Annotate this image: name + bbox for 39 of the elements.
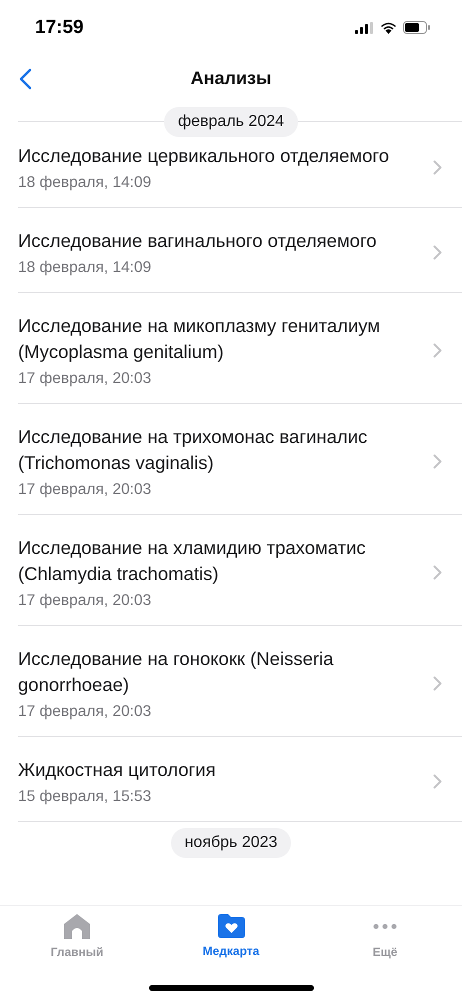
analysis-row[interactable]: Исследование на гонококк (Neisseria gonorrhoeae) 17 февраля, 20:03: [18, 626, 462, 737]
folder-heart-icon: [218, 914, 244, 938]
signal-icon: [355, 22, 374, 34]
analysis-row[interactable]: Исследование на микоплазму гениталиум (Mycoplasma genitalium) 17 февраля, 20:03: [18, 293, 462, 404]
month-label: ноябрь 2023: [170, 828, 292, 858]
analysis-title: Исследование на трихомонас вагиналис (Trichomonas vaginalis): [18, 425, 368, 475]
analysis-date: 15 февраля, 15:53: [18, 788, 152, 806]
wifi-icon: [380, 22, 397, 34]
analysis-date: 17 февраля, 20:03: [18, 592, 152, 610]
analysis-date: 17 февраля, 20:03: [18, 370, 152, 388]
analysis-date: 17 февраля, 20:03: [18, 481, 152, 499]
chevron-icon: [433, 774, 442, 789]
analysis-row[interactable]: Исследование цервикального отделяемого 18 февраля, 14:09: [18, 139, 462, 208]
chevron-icon: [433, 245, 442, 260]
status-time: 17:59: [35, 16, 84, 38]
analysis-date: 18 февраля, 14:09: [18, 174, 152, 192]
analysis-date: 18 февраля, 14:09: [18, 259, 152, 277]
analysis-row[interactable]: Исследование на трихомонас вагиналис (Trichomonas vaginalis) 17 февраля, 20:03: [18, 404, 462, 515]
chevron-icon: [433, 565, 442, 580]
more-icon: [373, 924, 397, 929]
tab-item[interactable]: Медкарта: [176, 914, 286, 964]
analysis-title: Жидкостная цитология: [18, 758, 217, 782]
analysis-row[interactable]: Жидкостная цитология 15 февраля, 15:53: [18, 737, 462, 822]
chevron-icon: [433, 343, 442, 358]
analysis-title: Исследование на хламидию трахоматис (Chlamydia trachomatis): [18, 536, 367, 586]
analysis-title: Исследование на гонококк (Neisseria gonorrhoeae): [18, 647, 334, 697]
analysis-row[interactable]: Исследование вагинального отделяемого 18 февраля, 14:09: [18, 208, 462, 293]
chevron-icon: [433, 160, 442, 175]
home-icon: [64, 914, 90, 939]
analysis-title: Исследование на микоплазму гениталиум (Mycoplasma genitalium): [18, 314, 382, 364]
chevron-icon: [433, 454, 442, 469]
month-label: февраль 2024: [164, 107, 298, 137]
analysis-title: Исследование вагинального отделяемого: [18, 229, 378, 253]
screen-title: Анализы: [190, 68, 272, 88]
analysis-title: Исследование цервикального отделяемого: [18, 144, 390, 168]
chevron-icon: [433, 676, 442, 691]
battery-icon: [403, 21, 430, 34]
analysis-row[interactable]: Исследование на хламидию трахоматис (Chlamydia trachomatis) 17 февраля, 20:03: [18, 515, 462, 626]
analysis-date: 17 февраля, 20:03: [18, 703, 152, 721]
